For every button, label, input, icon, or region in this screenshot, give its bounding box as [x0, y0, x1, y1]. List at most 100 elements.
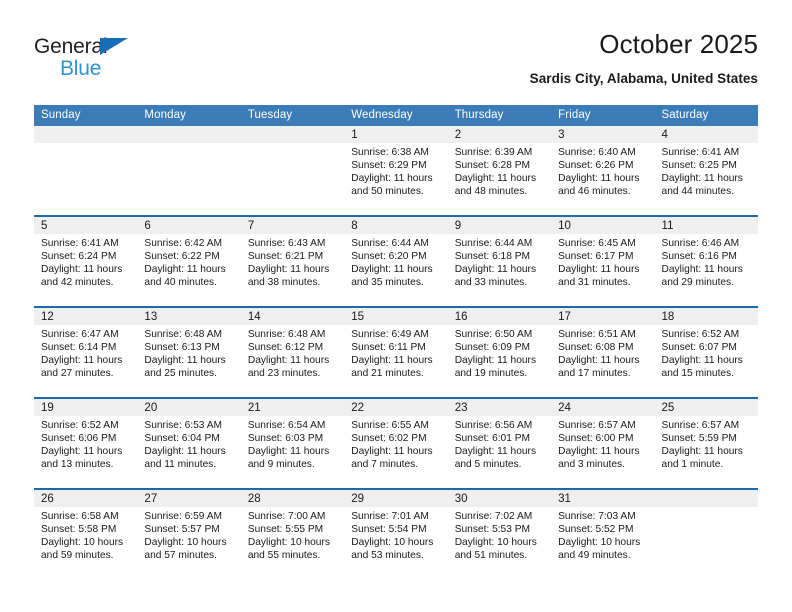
daylight-text-line2: and 13 minutes. — [41, 459, 114, 471]
sunset-text: Sunset: 5:58 PM — [41, 524, 117, 536]
calendar-day-cell[interactable]: 8 Sunrise: 6:44 AM Sunset: 6:20 PM Daylight… — [344, 215, 448, 307]
day-cell-inner — [240, 126, 345, 215]
calendar-table: Sunday Monday Tuesday Wednesday Thursday… — [34, 105, 758, 579]
calendar-day-cell[interactable]: 24 Sunrise: 6:57 AM Sunset: 6:00 PM Dayligh… — [551, 397, 655, 489]
calendar-day-cell[interactable]: 4 Sunrise: 6:41 AM Sunset: 6:25 PM Daylight… — [654, 126, 758, 216]
calendar-day-cell[interactable]: 13 Sunrise: 6:48 AM Sunset: 6:13 PM Dayligh… — [137, 306, 241, 398]
sunrise-text: Sunrise: 7:01 AM — [351, 511, 429, 522]
calendar-day-cell[interactable]: 30 Sunrise: 7:02 AM Sunset: 5:53 PM Dayligh… — [447, 488, 552, 579]
calendar-day-cell[interactable]: 29 Sunrise: 7:01 AM Sunset: 5:54 PM Dayligh… — [344, 488, 448, 579]
day-details: Sunrise: 6:51 AM Sunset: 6:08 PM Daylight:… — [551, 325, 654, 380]
sunset-text: Sunset: 6:12 PM — [247, 342, 324, 354]
day-number: 12 — [34, 308, 138, 325]
day-details: Sunrise: 6:46 AM Sunset: 6:16 PM Daylight:… — [655, 234, 758, 289]
calendar-day-cell[interactable]: 17 Sunrise: 6:51 AM Sunset: 6:08 PM Dayligh… — [551, 306, 655, 398]
day-details: Sunrise: 7:01 AM Sunset: 5:54 PM Daylight:… — [344, 507, 447, 562]
day-number — [654, 490, 758, 507]
day-cell-inner: 27 Sunrise: 6:59 AM Sunset: 5:57 PM Dayligh… — [137, 490, 241, 579]
day-details: Sunrise: 6:48 AM Sunset: 6:13 PM Daylight:… — [137, 325, 240, 380]
calendar-day-cell[interactable]: 16 Sunrise: 6:50 AM Sunset: 6:09 PM Dayligh… — [447, 306, 552, 398]
daylight-text-line2: and 40 minutes. — [144, 277, 217, 289]
calendar-day-cell-empty — [240, 126, 345, 216]
sunset-text: Sunset: 6:11 PM — [351, 342, 426, 354]
day-number: 16 — [447, 308, 552, 325]
calendar-day-cell[interactable]: 20 Sunrise: 6:53 AM Sunset: 6:04 PM Dayligh… — [137, 397, 241, 489]
calendar-day-cell[interactable]: 5 Sunrise: 6:41 AM Sunset: 6:24 PM Daylight… — [34, 215, 138, 307]
calendar-day-cell[interactable]: 28 Sunrise: 7:00 AM Sunset: 5:55 PM Dayligh… — [240, 488, 345, 579]
calendar-day-cell[interactable]: 18 Sunrise: 6:52 AM Sunset: 6:07 PM Dayligh… — [654, 306, 758, 398]
daylight-text-line2: and 51 minutes. — [454, 550, 528, 562]
daylight-text-line1: Daylight: 10 hours — [351, 537, 434, 549]
day-cell-inner: 3 Sunrise: 6:40 AM Sunset: 6:26 PM Daylight… — [551, 126, 655, 215]
calendar-day-cell[interactable]: 12 Sunrise: 6:47 AM Sunset: 6:14 PM Dayligh… — [34, 306, 138, 398]
calendar-week-row: 1 Sunrise: 6:38 AM Sunset: 6:29 PM Daylight… — [34, 126, 758, 216]
day-cell-inner: 24 Sunrise: 6:57 AM Sunset: 6:00 PM Dayligh… — [551, 399, 655, 488]
sunrise-text: Sunrise: 6:44 AM — [351, 238, 429, 249]
sunset-text: Sunset: 6:28 PM — [454, 160, 531, 172]
day-details: Sunrise: 6:42 AM Sunset: 6:22 PM Daylight:… — [137, 234, 240, 289]
day-details: Sunrise: 6:45 AM Sunset: 6:17 PM Daylight:… — [551, 234, 654, 289]
daylight-text-line1: Daylight: 11 hours — [41, 355, 123, 367]
calendar-day-cell[interactable]: 19 Sunrise: 6:52 AM Sunset: 6:06 PM Dayligh… — [34, 397, 138, 489]
calendar-day-cell[interactable]: 7 Sunrise: 6:43 AM Sunset: 6:21 PM Daylight… — [240, 215, 345, 307]
daylight-text-line1: Daylight: 11 hours — [41, 446, 123, 458]
calendar-day-cell[interactable]: 31 Sunrise: 7:03 AM Sunset: 5:52 PM Dayligh… — [551, 488, 655, 579]
day-cell-inner: 4 Sunrise: 6:41 AM Sunset: 6:25 PM Daylight… — [654, 126, 758, 215]
sunrise-text: Sunrise: 6:57 AM — [661, 420, 740, 431]
sunset-text: Sunset: 6:04 PM — [144, 433, 220, 445]
daylight-text-line1: Daylight: 11 hours — [454, 264, 537, 276]
sunset-text: Sunset: 6:16 PM — [661, 251, 737, 263]
day-number: 30 — [447, 490, 552, 507]
sunrise-text: Sunrise: 7:00 AM — [247, 511, 326, 522]
sunset-text: Sunset: 6:17 PM — [558, 251, 634, 263]
sunset-text: Sunset: 6:18 PM — [454, 251, 531, 263]
calendar-day-cell[interactable]: 11 Sunrise: 6:46 AM Sunset: 6:16 PM Dayligh… — [654, 215, 758, 307]
calendar-day-cell[interactable]: 27 Sunrise: 6:59 AM Sunset: 5:57 PM Dayligh… — [137, 488, 241, 579]
daylight-text-line2: and 29 minutes. — [661, 277, 735, 289]
daylight-text-line1: Daylight: 11 hours — [454, 355, 537, 367]
day-number: 9 — [447, 217, 552, 234]
day-cell-inner: 17 Sunrise: 6:51 AM Sunset: 6:08 PM Dayligh… — [551, 308, 655, 397]
day-number: 2 — [447, 126, 552, 143]
calendar-day-cell[interactable]: 1 Sunrise: 6:38 AM Sunset: 6:29 PM Daylight… — [344, 126, 448, 216]
day-details: Sunrise: 6:40 AM Sunset: 6:26 PM Daylight:… — [551, 143, 654, 198]
calendar-day-cell[interactable]: 9 Sunrise: 6:44 AM Sunset: 6:18 PM Daylight… — [447, 215, 552, 307]
page-header: General Blue October 2025 Sardis City, A… — [34, 30, 758, 96]
daylight-text-line2: and 35 minutes. — [351, 277, 424, 289]
day-cell-inner: 8 Sunrise: 6:44 AM Sunset: 6:20 PM Daylight… — [344, 217, 448, 306]
calendar-day-cell[interactable]: 3 Sunrise: 6:40 AM Sunset: 6:26 PM Daylight… — [551, 126, 655, 216]
daylight-text-line1: Daylight: 11 hours — [661, 173, 743, 185]
sunrise-text: Sunrise: 6:43 AM — [247, 238, 326, 249]
day-cell-inner: 16 Sunrise: 6:50 AM Sunset: 6:09 PM Dayligh… — [447, 308, 552, 397]
day-number: 5 — [34, 217, 138, 234]
calendar-day-cell[interactable]: 26 Sunrise: 6:58 AM Sunset: 5:58 PM Dayligh… — [34, 488, 138, 579]
calendar-day-cell[interactable]: 23 Sunrise: 6:56 AM Sunset: 6:01 PM Dayligh… — [447, 397, 552, 489]
daylight-text-line1: Daylight: 11 hours — [454, 446, 537, 458]
day-details: Sunrise: 6:44 AM Sunset: 6:18 PM Daylight:… — [448, 234, 551, 289]
daylight-text-line2: and 46 minutes. — [558, 186, 631, 198]
day-number: 19 — [34, 399, 138, 416]
day-details: Sunrise: 6:43 AM Sunset: 6:21 PM Daylight:… — [241, 234, 344, 289]
sunrise-text: Sunrise: 6:59 AM — [144, 511, 223, 522]
day-cell-inner: 26 Sunrise: 6:58 AM Sunset: 5:58 PM Dayligh… — [34, 490, 138, 579]
day-number: 7 — [240, 217, 345, 234]
calendar-day-cell[interactable]: 22 Sunrise: 6:55 AM Sunset: 6:02 PM Dayligh… — [344, 397, 448, 489]
day-details: Sunrise: 6:39 AM Sunset: 6:28 PM Daylight:… — [448, 143, 551, 198]
sunset-text: Sunset: 5:52 PM — [558, 524, 634, 536]
day-cell-inner: 12 Sunrise: 6:47 AM Sunset: 6:14 PM Dayligh… — [34, 308, 138, 397]
calendar-day-cell[interactable]: 21 Sunrise: 6:54 AM Sunset: 6:03 PM Dayligh… — [240, 397, 345, 489]
day-number: 1 — [344, 126, 448, 143]
calendar-day-cell[interactable]: 10 Sunrise: 6:45 AM Sunset: 6:17 PM Dayligh… — [551, 215, 655, 307]
calendar-day-cell[interactable]: 14 Sunrise: 6:48 AM Sunset: 6:12 PM Dayligh… — [240, 306, 345, 398]
day-number: 15 — [344, 308, 448, 325]
day-cell-inner — [654, 490, 758, 579]
calendar-day-cell[interactable]: 15 Sunrise: 6:49 AM Sunset: 6:11 PM Dayligh… — [344, 306, 448, 398]
sunset-text: Sunset: 6:09 PM — [454, 342, 531, 354]
daylight-text-line1: Daylight: 11 hours — [247, 446, 330, 458]
daylight-text-line2: and 5 minutes. — [454, 459, 522, 471]
calendar-day-cell[interactable]: 2 Sunrise: 6:39 AM Sunset: 6:28 PM Daylight… — [447, 126, 552, 216]
calendar-day-cell[interactable]: 25 Sunrise: 6:57 AM Sunset: 5:59 PM Dayligh… — [654, 397, 758, 489]
day-details: Sunrise: 6:38 AM Sunset: 6:29 PM Daylight:… — [344, 143, 447, 198]
daylight-text-line2: and 59 minutes. — [41, 550, 114, 562]
calendar-day-cell[interactable]: 6 Sunrise: 6:42 AM Sunset: 6:22 PM Daylight… — [137, 215, 241, 307]
